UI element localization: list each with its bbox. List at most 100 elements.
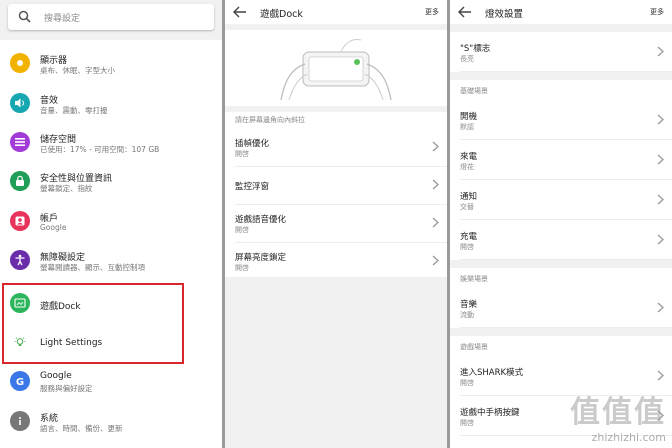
chevron-right-icon: [657, 154, 664, 165]
chevron-right-icon: [432, 179, 439, 190]
section-divider: [450, 260, 672, 268]
settings-item-subtitle: 音量、震動、零打擾: [40, 106, 108, 115]
row-divider: [460, 435, 672, 436]
settings-item-subtitle: 服務與偏好設定: [40, 384, 93, 393]
option-value: 流動: [460, 311, 474, 319]
info-icon: [10, 411, 30, 431]
settings-item-subtitle: 已使用：17% - 可用空間：107 GB: [40, 145, 160, 154]
settings-screen: 搜尋設定 顯示器 桌布、休眠、字型大小 音效 音量、震動、零打擾 儲存空間 已使用：17%…: [0, 0, 222, 448]
settings-item[interactable]: 系統 語言、時間、備份、更新: [0, 402, 222, 441]
option-value: 開啓: [460, 243, 474, 251]
settings-item-title: Google: [40, 371, 72, 381]
settings-item[interactable]: 無障礙設定 螢幕閱讀器、顯示、互動控制項: [0, 241, 222, 280]
game-dock-screen: 遊戲Dock 更多 請在屏幕邊角向內斜拉 插幀優化 開啓 監控浮窗 遊戲語音優化 開啓屏…: [225, 0, 447, 448]
chevron-right-icon: [657, 302, 664, 313]
option-row[interactable]: 通知 交替: [450, 180, 672, 220]
page-title: 遊戲Dock: [260, 9, 303, 20]
settings-item-subtitle: 螢幕鎖定、指紋: [40, 184, 93, 193]
chevron-right-icon: [657, 194, 664, 205]
search-icon: [18, 10, 31, 23]
section-divider: [450, 72, 672, 80]
light-settings-screen: 燈效設置 更多 "S"標志 長亮 基礎場景 開機 默認 來電 燈花 通知 交替 充電 開啓 娛樂場景音…: [450, 0, 672, 448]
volume-icon: [10, 93, 30, 113]
swipe-gesture-illustration: [280, 39, 392, 101]
google-icon: G: [10, 371, 30, 391]
settings-item[interactable]: 顯示器 桌布、休眠、字型大小: [0, 44, 222, 83]
option-title: 遊戲語音優化: [235, 215, 287, 225]
section-header: 娛樂場景: [460, 275, 488, 283]
option-row[interactable]: "S"標志 長亮: [450, 32, 672, 72]
section-divider: [450, 24, 672, 32]
option-title: 音樂: [460, 300, 478, 310]
more-menu[interactable]: 更多: [650, 7, 664, 17]
option-title: 通知: [460, 192, 478, 202]
option-value: 開啓: [460, 379, 474, 387]
option-row[interactable]: 監控浮窗: [225, 165, 447, 205]
app-bar: 遊戲Dock 更多: [225, 0, 447, 24]
option-value: 燈花: [460, 163, 474, 171]
highlight-box: [2, 283, 184, 364]
chevron-right-icon: [657, 114, 664, 125]
settings-item-subtitle: Google: [40, 223, 67, 232]
option-title: 遊戲中手柄按鍵: [460, 408, 520, 418]
divider: [225, 106, 447, 112]
option-row[interactable]: 遊戲中手柄按鍵 開啓: [450, 396, 672, 436]
option-value: 交替: [460, 203, 474, 211]
settings-item[interactable]: 音效 音量、震動、零打擾: [0, 84, 222, 123]
settings-item[interactable]: 儲存空間 已使用：17% - 可用空間：107 GB: [0, 123, 222, 162]
option-row[interactable]: 屏幕亮度鎖定 開啓: [225, 241, 447, 281]
brightness-icon: [10, 53, 30, 73]
option-value: 開啓: [235, 264, 249, 272]
option-title: 監控浮窗: [235, 182, 270, 192]
search-bar[interactable]: 搜尋設定: [8, 4, 214, 30]
option-value: 開啓: [460, 419, 474, 427]
empty-area: [225, 277, 447, 448]
option-title: 屏幕亮度鎖定: [235, 253, 287, 263]
back-arrow-icon[interactable]: [458, 6, 472, 18]
chevron-right-icon: [657, 370, 664, 381]
option-row[interactable]: 來電 燈花: [450, 140, 672, 180]
settings-item-subtitle: 桌布、休眠、字型大小: [40, 66, 115, 75]
option-title: "S"標志: [460, 44, 491, 54]
settings-item-subtitle: 語言、時間、備份、更新: [40, 424, 123, 433]
svg-text:G: G: [16, 377, 24, 387]
divider: [225, 24, 447, 30]
settings-item[interactable]: 帳戶 Google: [0, 202, 222, 241]
lock-icon: [10, 171, 30, 191]
option-row[interactable]: 充電 開啓: [450, 220, 672, 260]
screens: 搜尋設定 顯示器 桌布、休眠、字型大小 音效 音量、震動、零打擾 儲存空間 已使用：17%…: [0, 0, 672, 448]
chevron-right-icon: [657, 234, 664, 245]
gesture-hint: 請在屏幕邊角向內斜拉: [235, 116, 305, 124]
page-title: 燈效設置: [485, 9, 524, 20]
search-placeholder: 搜尋設定: [44, 14, 81, 24]
option-value: 長亮: [460, 55, 474, 63]
option-value: 開啓: [235, 150, 249, 158]
chevron-right-icon: [432, 255, 439, 266]
option-value: 默認: [460, 123, 474, 131]
option-row[interactable]: 進入SHARK模式 開啓: [450, 356, 672, 396]
option-row[interactable]: 開機 默認: [450, 100, 672, 140]
option-row[interactable]: 遊戲語音優化 開啓: [225, 203, 447, 243]
option-row[interactable]: 插幀優化 開啓: [225, 127, 447, 167]
section-header: 基礎場景: [460, 87, 488, 95]
chevron-right-icon: [657, 410, 664, 421]
settings-item[interactable]: G Google 服務與偏好設定: [0, 362, 222, 401]
option-title: 進入SHARK模式: [460, 368, 524, 378]
option-title: 充電: [460, 232, 478, 242]
app-bar: 燈效設置 更多: [450, 0, 672, 24]
option-row[interactable]: 音樂 流動: [450, 288, 672, 328]
settings-item[interactable]: 安全性與位置資訊 螢幕鎖定、指紋: [0, 162, 222, 201]
section-header: 遊戲場景: [460, 343, 488, 351]
more-menu[interactable]: 更多: [425, 7, 439, 17]
section-divider: [450, 328, 672, 336]
back-arrow-icon[interactable]: [233, 6, 247, 18]
chevron-right-icon: [657, 46, 664, 57]
option-value: 開啓: [235, 226, 249, 234]
storage-icon: [10, 132, 30, 152]
settings-list: 顯示器 桌布、休眠、字型大小 音效 音量、震動、零打擾 儲存空間 已使用：17% - 可用…: [0, 40, 222, 448]
chevron-right-icon: [432, 217, 439, 228]
option-title: 開機: [460, 112, 478, 122]
settings-item-subtitle: 螢幕閱讀器、顯示、互動控制項: [40, 263, 145, 272]
accessibility-icon: [10, 250, 30, 270]
option-title: 來電: [460, 152, 478, 162]
